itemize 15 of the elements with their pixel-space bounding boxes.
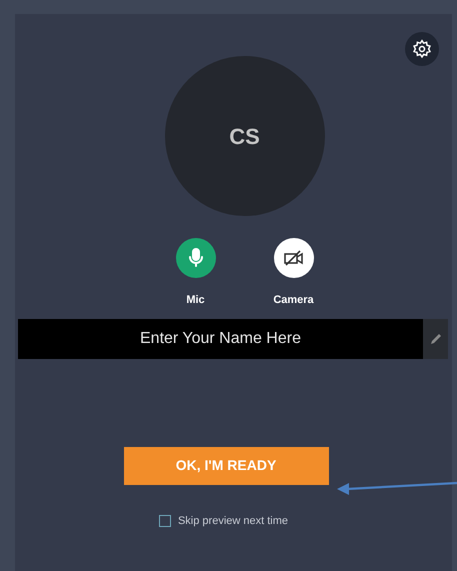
ready-button[interactable]: OK, I'M READY xyxy=(124,446,328,484)
skip-preview-label: Skip preview next time xyxy=(178,514,288,528)
pencil-icon xyxy=(428,332,442,346)
settings-button[interactable] xyxy=(405,32,439,66)
settings-icon xyxy=(412,39,432,59)
camera-button[interactable] xyxy=(274,238,314,278)
name-field[interactable]: Enter Your Name Here xyxy=(18,318,423,358)
mic-button[interactable] xyxy=(176,238,216,278)
edit-name-button[interactable] xyxy=(423,318,448,358)
camera-off-icon xyxy=(282,249,304,267)
microphone-icon xyxy=(188,248,204,268)
control-label: Camera xyxy=(273,293,314,308)
avatar-initials: CS xyxy=(229,122,260,150)
control-label: Mic xyxy=(186,293,205,308)
skip-checkbox[interactable] xyxy=(158,514,171,527)
